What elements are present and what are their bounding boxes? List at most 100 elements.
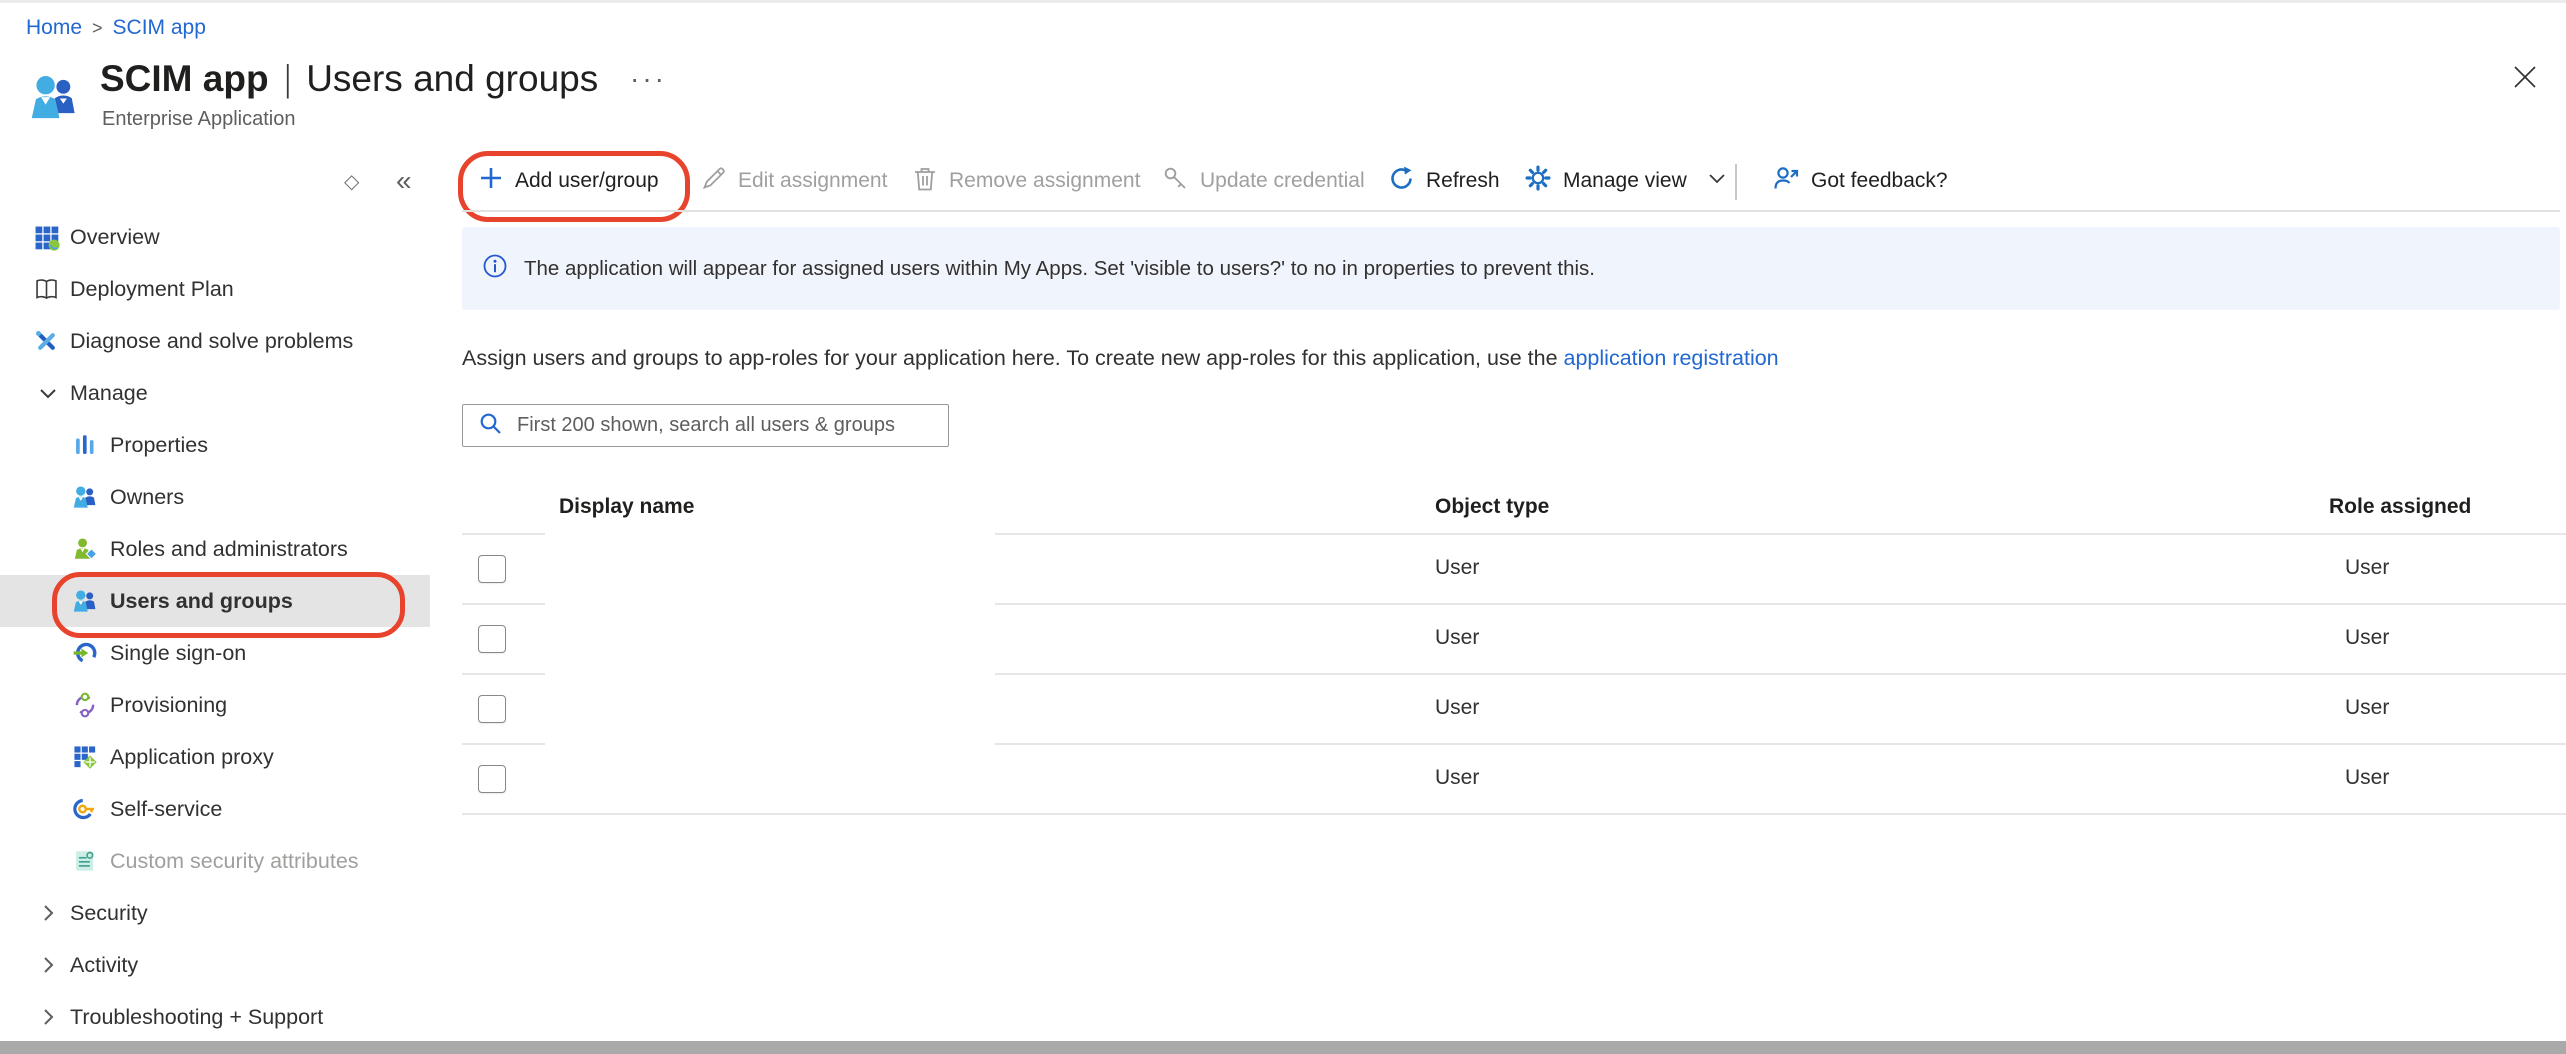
sidebar-item-application-proxy[interactable]: Application proxy	[0, 731, 430, 783]
roles-admin-icon	[72, 536, 98, 562]
sidebar-item-diagnose-and-solve-problems[interactable]: Diagnose and solve problems	[0, 315, 430, 367]
breadcrumb-home-link[interactable]: Home	[26, 16, 82, 40]
sidebar-section-activity[interactable]: Activity	[0, 939, 430, 991]
update-credential-button[interactable]: Update credential	[1162, 155, 1365, 207]
resize-diamond-icon: ◇	[344, 169, 359, 194]
plus-icon	[478, 165, 504, 197]
sidebar-item-custom-security-attributes[interactable]: Custom security attributes	[0, 835, 430, 887]
search-icon	[477, 410, 503, 441]
enterprise-app-users-icon	[28, 72, 80, 127]
page-title-separator: |	[284, 58, 290, 100]
sidebar-item-label: Single sign-on	[110, 641, 246, 666]
sidebar-item-label: Diagnose and solve problems	[70, 329, 353, 354]
custom-security-attributes-icon	[72, 848, 98, 874]
sidebar-item-properties[interactable]: Properties	[0, 419, 430, 471]
info-icon	[482, 253, 508, 284]
sidebar-item-overview[interactable]: Overview	[0, 211, 430, 263]
column-header-object-type[interactable]: Object type	[1435, 492, 1549, 522]
refresh-label: Refresh	[1426, 169, 1500, 193]
table-bottom-line	[462, 813, 2566, 815]
got-feedback-label: Got feedback?	[1811, 169, 1948, 193]
breadcrumb-scim-app-link[interactable]: SCIM app	[113, 16, 206, 40]
update-credential-label: Update credential	[1200, 169, 1365, 193]
row-checkbox[interactable]	[478, 625, 506, 653]
blade-resize-handle[interactable]: ◇	[344, 155, 359, 207]
top-edge-divider	[0, 0, 2566, 3]
column-header-role-assigned[interactable]: Role assigned	[2329, 492, 2471, 522]
single-sign-on-icon	[72, 640, 98, 666]
feedback-person-icon	[1772, 164, 1800, 198]
edit-assignment-button[interactable]: Edit assignment	[700, 155, 887, 207]
row-checkbox[interactable]	[478, 765, 506, 793]
breadcrumb: Home > SCIM app	[26, 16, 206, 40]
manage-view-label: Manage view	[1563, 169, 1687, 193]
self-service-icon	[72, 796, 98, 822]
got-feedback-button[interactable]: Got feedback?	[1772, 155, 1948, 207]
sidebar-item-provisioning[interactable]: Provisioning	[0, 679, 430, 731]
tools-icon	[33, 328, 60, 355]
sidebar-section-troubleshooting-support[interactable]: Troubleshooting + Support	[0, 991, 430, 1043]
provisioning-sync-icon	[72, 692, 98, 718]
edit-assignment-label: Edit assignment	[738, 169, 887, 193]
sidebar-section-manage[interactable]: Manage	[0, 367, 430, 419]
manage-view-button[interactable]: Manage view	[1524, 155, 1728, 207]
add-user-group-button[interactable]: Add user/group	[478, 155, 659, 207]
sidebar-item-label: Self-service	[110, 797, 222, 822]
toolbar-divider	[462, 210, 2560, 212]
chevron-right-icon	[36, 953, 60, 977]
horizontal-scrollbar[interactable]	[0, 1041, 2566, 1054]
book-icon	[33, 276, 60, 303]
refresh-icon	[1388, 165, 1415, 198]
column-header-display-name[interactable]: Display name	[559, 492, 694, 522]
remove-assignment-label: Remove assignment	[949, 169, 1140, 193]
application-proxy-icon	[72, 744, 98, 770]
sidebar-item-label: Application proxy	[110, 745, 274, 770]
sidebar-item-label: Roles and administrators	[110, 537, 348, 562]
page-title: SCIM app | Users and groups	[100, 58, 598, 100]
sidebar-item-self-service[interactable]: Self-service	[0, 783, 430, 835]
sidebar-item-single-sign-on[interactable]: Single sign-on	[0, 627, 430, 679]
object-type-cell: User	[1435, 743, 1479, 813]
context-menu-button[interactable]: ···	[630, 63, 667, 95]
chevron-down-icon	[1706, 167, 1728, 195]
assign-description: Assign users and groups to app-roles for…	[462, 346, 1779, 371]
sidebar-section-label: Manage	[70, 381, 148, 406]
chevron-down-icon	[36, 381, 60, 405]
sidebar-item-label: Owners	[110, 485, 184, 510]
toolbar-separator	[1735, 164, 1737, 200]
chevron-right-icon	[36, 1005, 60, 1029]
sidebar-section-security[interactable]: Security	[0, 887, 430, 939]
users-groups-icon	[72, 588, 98, 614]
sidebar-item-deployment-plan[interactable]: Deployment Plan	[0, 263, 430, 315]
gear-icon	[1524, 164, 1552, 198]
object-type-cell: User	[1435, 533, 1479, 603]
overview-grid-icon	[33, 224, 60, 251]
sidebar-item-roles-and-administrators[interactable]: Roles and administrators	[0, 523, 430, 575]
sidebar-item-owners[interactable]: Owners	[0, 471, 430, 523]
collapse-menu-button[interactable]: «	[396, 155, 412, 207]
sidebar-section-label: Activity	[70, 953, 138, 978]
application-registration-link[interactable]: application registration	[1564, 346, 1779, 370]
sidebar-item-users-and-groups[interactable]: Users and groups	[0, 575, 430, 627]
refresh-button[interactable]: Refresh	[1388, 155, 1500, 207]
page-title-blade-name: Users and groups	[306, 58, 598, 100]
close-blade-button[interactable]	[2510, 62, 2540, 97]
breadcrumb-separator: >	[92, 18, 103, 39]
role-assigned-cell: User	[2345, 673, 2389, 743]
remove-assignment-button[interactable]: Remove assignment	[912, 155, 1140, 207]
row-checkbox[interactable]	[478, 555, 506, 583]
user-search-box	[462, 404, 949, 447]
assign-description-text: Assign users and groups to app-roles for…	[462, 346, 1564, 370]
collapse-chevrons-icon: «	[396, 165, 412, 197]
search-input[interactable]	[515, 406, 948, 445]
role-assigned-cell: User	[2345, 533, 2389, 603]
row-checkbox[interactable]	[478, 695, 506, 723]
sidebar-item-label: Users and groups	[110, 589, 293, 614]
add-user-group-label: Add user/group	[515, 169, 659, 193]
trash-icon	[912, 165, 938, 198]
properties-sliders-icon	[72, 432, 98, 458]
info-banner-text: The application will appear for assigned…	[524, 257, 1595, 281]
object-type-cell: User	[1435, 603, 1479, 673]
object-type-cell: User	[1435, 673, 1479, 743]
sidebar-item-label: Deployment Plan	[70, 277, 234, 302]
